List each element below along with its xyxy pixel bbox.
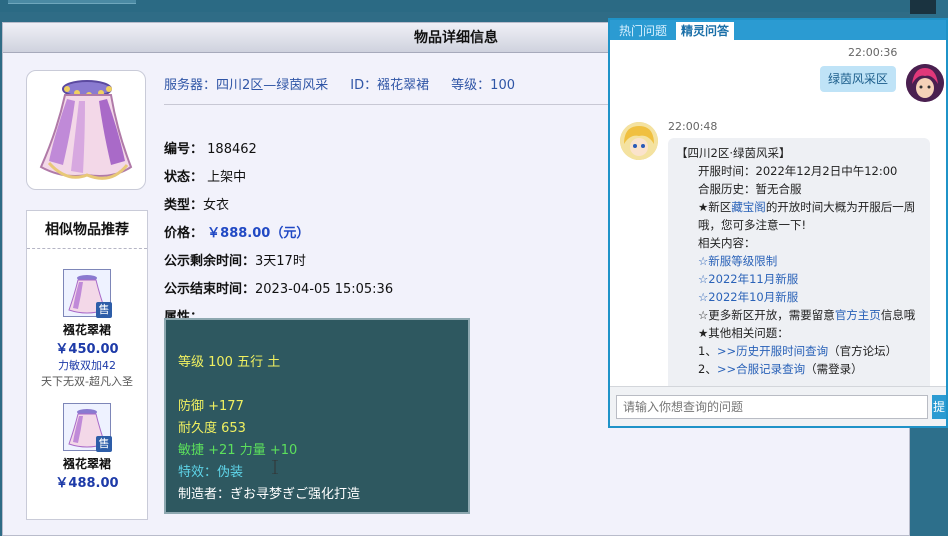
official-homepage-link[interactable]: 官方主页 (835, 308, 881, 322)
number-value: 188462 (207, 142, 257, 157)
merge-index: 2、 (698, 362, 717, 376)
chat-input[interactable] (616, 395, 928, 419)
type-value: 女衣 (203, 198, 230, 213)
text-cursor-icon (272, 460, 278, 474)
merge-record-link[interactable]: >>合服记录查询 (717, 362, 805, 376)
bot-message: 【四川2区·绿茵风采】 开服时间：2022年12月2日中午12:00 合服历史：… (668, 138, 930, 386)
status-key: 状态： (164, 170, 204, 185)
top-bar (0, 0, 948, 12)
similar-item-desc: 天下无双-超凡入圣 (41, 375, 133, 388)
similar-item[interactable]: 售 襁花翠裙 ￥450.00 力敏双加42 天下无双-超凡入圣 (27, 249, 147, 389)
row-number: 编号： 188462 (164, 138, 257, 157)
bot-line-notice: ★新区藏宝阁的开放时间大概为开服后一周哦，您可多注意一下! (676, 198, 924, 234)
row-end-time: 公示结束时间：2023-04-05 15:05:36 (164, 278, 393, 297)
more-servers-text: ☆更多新区开放，需要留意 (698, 308, 835, 322)
send-button[interactable]: 提 (932, 395, 946, 419)
attr-durability: 耐久度 653 (178, 421, 246, 436)
tab-spirit-qa[interactable]: 精灵问答 (676, 22, 735, 40)
similar-item-thumbnail[interactable]: 售 (63, 269, 112, 318)
chat-input-area: 提 (610, 386, 946, 426)
id-key: ID： (350, 78, 378, 93)
history-note: （官方论坛） (828, 344, 898, 358)
item-summary-line: 服务器：四川2区—绿茵风采 ID：襁花翠裙 等级：100 (164, 74, 614, 98)
similar-item-price: ￥488.00 (55, 476, 119, 491)
id-value: 襁花翠裙 (377, 78, 430, 93)
user-message-time: 22:00:36 (848, 46, 898, 59)
row-status: 状态： 上架中 (164, 166, 246, 185)
bot-line-open-time: 开服时间：2022年12月2日中午12:00 (698, 164, 898, 178)
server-label: 服务器：四川2区—绿茵风采 (164, 78, 329, 93)
row-type: 类型：女衣 (164, 194, 229, 213)
user-message: 绿茵风采区 (820, 66, 896, 92)
chat-window: 热门问题 精灵问答 22:00:36 绿茵风采区 22:00:48 【四川2区·… (608, 18, 948, 428)
bot-line-merge-history: 合服历史：暂无合服 (698, 182, 802, 196)
history-index: 1、 (698, 344, 717, 358)
item-image (26, 70, 146, 190)
attr-effect: 特效：伪装 (178, 465, 244, 480)
status-value: 上架中 (207, 170, 247, 185)
similar-item-name[interactable]: 襁花翠裙 (27, 455, 147, 472)
similar-item-attr: 力敏双加42 (58, 359, 116, 372)
bot-avatar (620, 122, 658, 160)
divider (164, 104, 610, 105)
link-new-server-level[interactable]: ☆新服等级限制 (676, 252, 924, 270)
attr-defense: 防御 +177 (178, 399, 244, 414)
attr-agility: 敏捷 +21 力量 +10 (178, 443, 298, 458)
row-price: 价格： ￥888.00（元） (164, 222, 309, 241)
bot-message-time: 22:00:48 (668, 120, 718, 133)
history-open-time-link[interactable]: >>历史开服时间查询 (717, 344, 828, 358)
bot-avatar-icon (620, 122, 658, 160)
end-key: 公示结束时间： (164, 282, 256, 297)
remain-key: 公示剩余时间： (164, 254, 256, 269)
level-key: 等级： (451, 78, 491, 93)
row-remain: 公示剩余时间：3天17时 (164, 250, 306, 269)
type-key: 类型： (164, 198, 204, 213)
link-2022-11-new-server[interactable]: ☆2022年11月新服 (676, 270, 924, 288)
notice-text: ★新区 (698, 200, 732, 214)
number-key: 编号： (164, 142, 204, 157)
merge-note: （需登录） (805, 362, 863, 376)
level-value: 100 (490, 78, 515, 93)
bot-line-title: 【四川2区·绿茵风采】 (676, 146, 791, 160)
end-value: 2023-04-05 15:05:36 (255, 282, 394, 297)
similar-item-name[interactable]: 襁花翠裙 (27, 321, 147, 338)
similar-item-price: ￥450.00 (55, 342, 119, 357)
sale-badge: 售 (96, 436, 112, 452)
bot-line-merge-query: 2、>>合服记录查询（需登录） (676, 360, 924, 378)
price-key: 价格： (164, 226, 204, 241)
user-avatar-icon (906, 64, 944, 102)
remain-value: 3天17时 (255, 254, 306, 269)
similar-items-panel: 相似物品推荐 售 襁花翠裙 ￥450.00 力敏双加42 天下无双-超凡入圣 售… (26, 210, 148, 520)
similar-item-thumbnail[interactable]: 售 (63, 403, 112, 452)
bot-line-history-query: 1、>>历史开服时间查询（官方论坛） (676, 342, 924, 360)
bot-line-more-servers: ☆更多新区开放，需要留意官方主页信息哦 (676, 306, 924, 324)
price-value: ￥888.00（元） (207, 226, 310, 241)
chat-tabs: 热门问题 精灵问答 (610, 20, 946, 40)
bot-line-related: 相关内容： (698, 236, 756, 250)
user-avatar (906, 64, 944, 102)
sale-badge: 售 (96, 302, 112, 318)
similar-item[interactable]: 售 襁花翠裙 ￥488.00 (27, 389, 147, 491)
similar-items-title: 相似物品推荐 (27, 211, 147, 249)
top-tab[interactable] (8, 0, 136, 4)
cangbaoge-link[interactable]: 藏宝阁 (731, 200, 766, 214)
bot-line-other-questions: ★其他相关问题： (698, 326, 789, 340)
link-2022-10-new-server[interactable]: ☆2022年10月新服 (676, 288, 924, 306)
scroll-knob[interactable] (910, 0, 936, 14)
more-servers-text-2: 信息哦 (880, 308, 916, 322)
tab-hot-questions[interactable]: 热门问题 (614, 22, 672, 40)
attr-level-line: 等级 100 五行 土 (178, 355, 281, 370)
skirt-icon (39, 80, 133, 180)
chat-messages: 22:00:36 绿茵风采区 22:00:48 【四川2区·绿茵风采】 开服时间… (610, 40, 946, 386)
attribute-box: 等级 100 五行 土 防御 +177 耐久度 653 敏捷 +21 力量 +1… (164, 318, 470, 514)
attr-maker: 制造者：ぎお寻梦ぎご强化打造 (178, 487, 361, 502)
